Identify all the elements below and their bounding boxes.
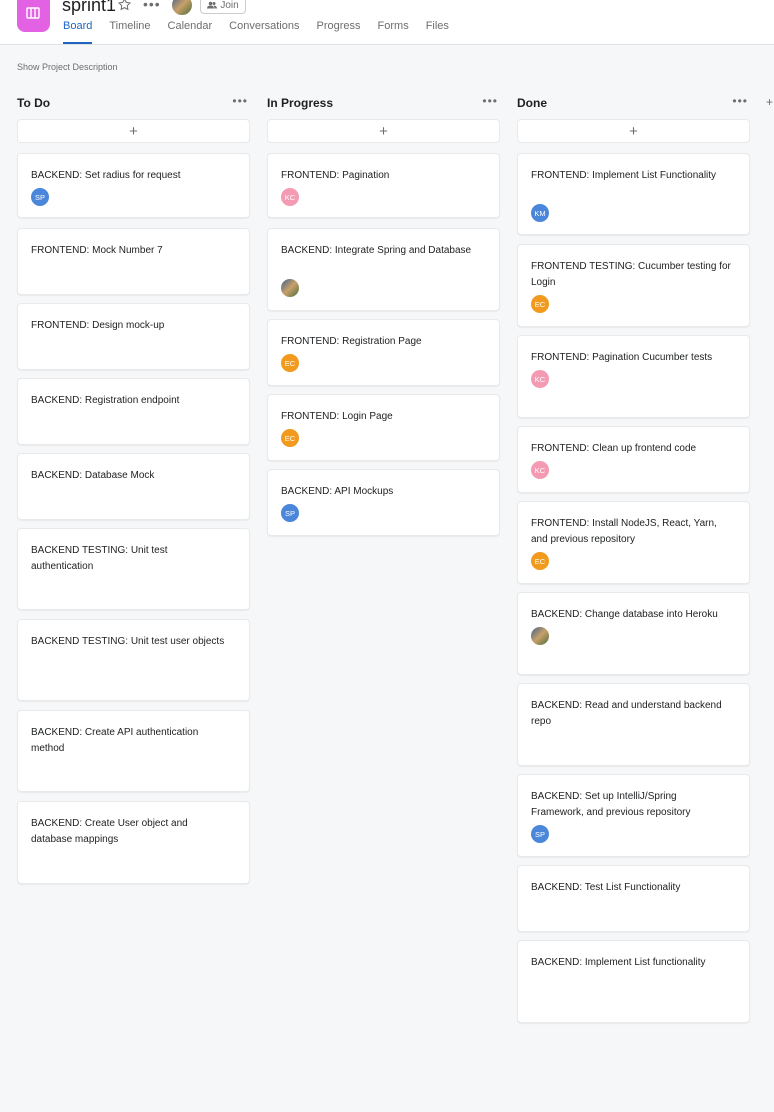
- assignee-avatar[interactable]: [531, 627, 549, 645]
- column-more-icon[interactable]: •••: [482, 94, 498, 108]
- task-card[interactable]: FRONTEND: Login Page EC: [267, 394, 500, 461]
- task-title: FRONTEND: Pagination: [281, 170, 390, 181]
- task-card[interactable]: BACKEND: Create API authentication metho…: [17, 710, 250, 792]
- star-icon[interactable]: [117, 0, 132, 12]
- task-card[interactable]: BACKEND: Set up IntelliJ/Spring Framewor…: [517, 774, 750, 857]
- task-title: FRONTEND: Mock Number 7: [31, 245, 163, 256]
- task-title: BACKEND: Test List Functionality: [531, 882, 681, 893]
- task-card[interactable]: FRONTEND: Registration Page EC: [267, 319, 500, 386]
- tab-progress[interactable]: Progress: [317, 20, 361, 44]
- project-icon[interactable]: [17, 0, 50, 32]
- column-more-icon[interactable]: •••: [732, 94, 748, 108]
- task-card[interactable]: BACKEND: Change database into Heroku: [517, 592, 750, 675]
- task-card[interactable]: FRONTEND: Implement List Functionality KM: [517, 153, 750, 235]
- join-button[interactable]: Join: [200, 0, 246, 14]
- tab-conversations[interactable]: Conversations: [229, 20, 299, 44]
- task-title: BACKEND TESTING: Unit test authenticatio…: [31, 545, 168, 572]
- task-title: BACKEND: Create User object and database…: [31, 818, 188, 845]
- assignee-avatar[interactable]: EC: [281, 429, 299, 447]
- assignee-avatar[interactable]: KC: [281, 188, 299, 206]
- tab-timeline[interactable]: Timeline: [109, 20, 150, 44]
- board-icon: [26, 7, 40, 19]
- task-title: BACKEND: API Mockups: [281, 486, 394, 497]
- task-title: BACKEND: Implement List functionality: [531, 957, 706, 968]
- task-title: FRONTEND TESTING: Cucumber testing for L…: [531, 261, 731, 288]
- task-title: FRONTEND: Implement List Functionality: [531, 170, 717, 181]
- column-title: In Progress: [267, 96, 334, 110]
- assignee-avatar[interactable]: SP: [31, 188, 49, 206]
- task-title: FRONTEND: Pagination Cucumber tests: [531, 352, 713, 363]
- assignee-avatar[interactable]: KM: [531, 204, 549, 222]
- task-card[interactable]: FRONTEND TESTING: Cucumber testing for L…: [517, 244, 750, 327]
- column-title: To Do: [17, 96, 51, 110]
- add-section-icon[interactable]: +: [766, 95, 773, 109]
- column-in-progress: In Progress ••• +: [267, 94, 500, 143]
- task-card[interactable]: BACKEND: API Mockups SP: [267, 469, 500, 536]
- task-card[interactable]: FRONTEND: Clean up frontend code KC: [517, 426, 750, 493]
- show-project-description-link[interactable]: Show Project Description: [17, 62, 118, 72]
- tab-calendar[interactable]: Calendar: [168, 20, 213, 44]
- add-task-button[interactable]: +: [17, 119, 250, 143]
- member-avatar[interactable]: [171, 0, 193, 16]
- add-task-button[interactable]: +: [267, 119, 500, 143]
- task-card[interactable]: BACKEND: Registration endpoint: [17, 378, 250, 445]
- task-title: FRONTEND: Registration Page: [281, 336, 422, 347]
- task-title: FRONTEND: Login Page: [281, 411, 393, 422]
- task-title: BACKEND: Registration endpoint: [31, 395, 180, 406]
- task-card[interactable]: BACKEND: Database Mock: [17, 453, 250, 520]
- add-task-button[interactable]: +: [517, 119, 750, 143]
- project-title: sprint1: [62, 0, 117, 15]
- task-card[interactable]: BACKEND TESTING: Unit test authenticatio…: [17, 528, 250, 610]
- task-card[interactable]: BACKEND: Integrate Spring and Database: [267, 228, 500, 311]
- assignee-avatar[interactable]: SP: [281, 504, 299, 522]
- task-title: BACKEND TESTING: Unit test user objects: [31, 636, 225, 647]
- people-icon: [207, 1, 218, 9]
- task-card[interactable]: FRONTEND: Mock Number 7: [17, 228, 250, 295]
- task-card[interactable]: BACKEND: Read and understand backend rep…: [517, 683, 750, 766]
- task-title: BACKEND: Change database into Heroku: [531, 609, 718, 620]
- column-title: Done: [517, 96, 547, 110]
- assignee-avatar[interactable]: EC: [281, 354, 299, 372]
- task-card[interactable]: BACKEND: Create User object and database…: [17, 801, 250, 884]
- project-header: sprint1 ••• Join Board Timeline Calendar…: [0, 0, 774, 45]
- tab-files[interactable]: Files: [426, 20, 449, 44]
- task-card[interactable]: FRONTEND: Install NodeJS, React, Yarn, a…: [517, 501, 750, 584]
- assignee-avatar[interactable]: KC: [531, 461, 549, 479]
- task-title: BACKEND: Create API authentication metho…: [31, 727, 199, 754]
- task-card[interactable]: FRONTEND: Pagination Cucumber tests KC: [517, 335, 750, 418]
- project-tabs: Board Timeline Calendar Conversations Pr…: [63, 20, 466, 44]
- assignee-avatar[interactable]: EC: [531, 552, 549, 570]
- more-options-icon[interactable]: •••: [143, 0, 161, 12]
- assignee-avatar[interactable]: KC: [531, 370, 549, 388]
- tab-forms[interactable]: Forms: [378, 20, 409, 44]
- task-card[interactable]: BACKEND TESTING: Unit test user objects: [17, 619, 250, 701]
- task-title: BACKEND: Set radius for request: [31, 170, 181, 181]
- task-title: FRONTEND: Design mock-up: [31, 320, 165, 331]
- task-card[interactable]: FRONTEND: Design mock-up: [17, 303, 250, 370]
- task-title: BACKEND: Read and understand backend rep…: [531, 700, 722, 727]
- task-card[interactable]: FRONTEND: Pagination KC: [267, 153, 500, 218]
- column-to-do: To Do ••• +: [17, 94, 250, 143]
- tab-board[interactable]: Board: [63, 20, 93, 44]
- task-card[interactable]: BACKEND: Implement List functionality: [517, 940, 750, 1023]
- task-card[interactable]: BACKEND: Set radius for request SP: [17, 153, 250, 218]
- task-title: FRONTEND: Install NodeJS, React, Yarn, a…: [531, 518, 717, 545]
- assignee-avatar[interactable]: [281, 279, 299, 297]
- task-title: BACKEND: Set up IntelliJ/Spring Framewor…: [531, 791, 691, 818]
- assignee-avatar[interactable]: SP: [531, 825, 549, 843]
- task-title: BACKEND: Integrate Spring and Database: [281, 245, 472, 256]
- task-title: FRONTEND: Clean up frontend code: [531, 443, 697, 454]
- task-title: BACKEND: Database Mock: [31, 470, 155, 481]
- assignee-avatar[interactable]: EC: [531, 295, 549, 313]
- column-done: Done ••• +: [517, 94, 750, 143]
- task-card[interactable]: BACKEND: Test List Functionality: [517, 865, 750, 932]
- column-more-icon[interactable]: •••: [232, 94, 248, 108]
- join-label: Join: [220, 0, 239, 11]
